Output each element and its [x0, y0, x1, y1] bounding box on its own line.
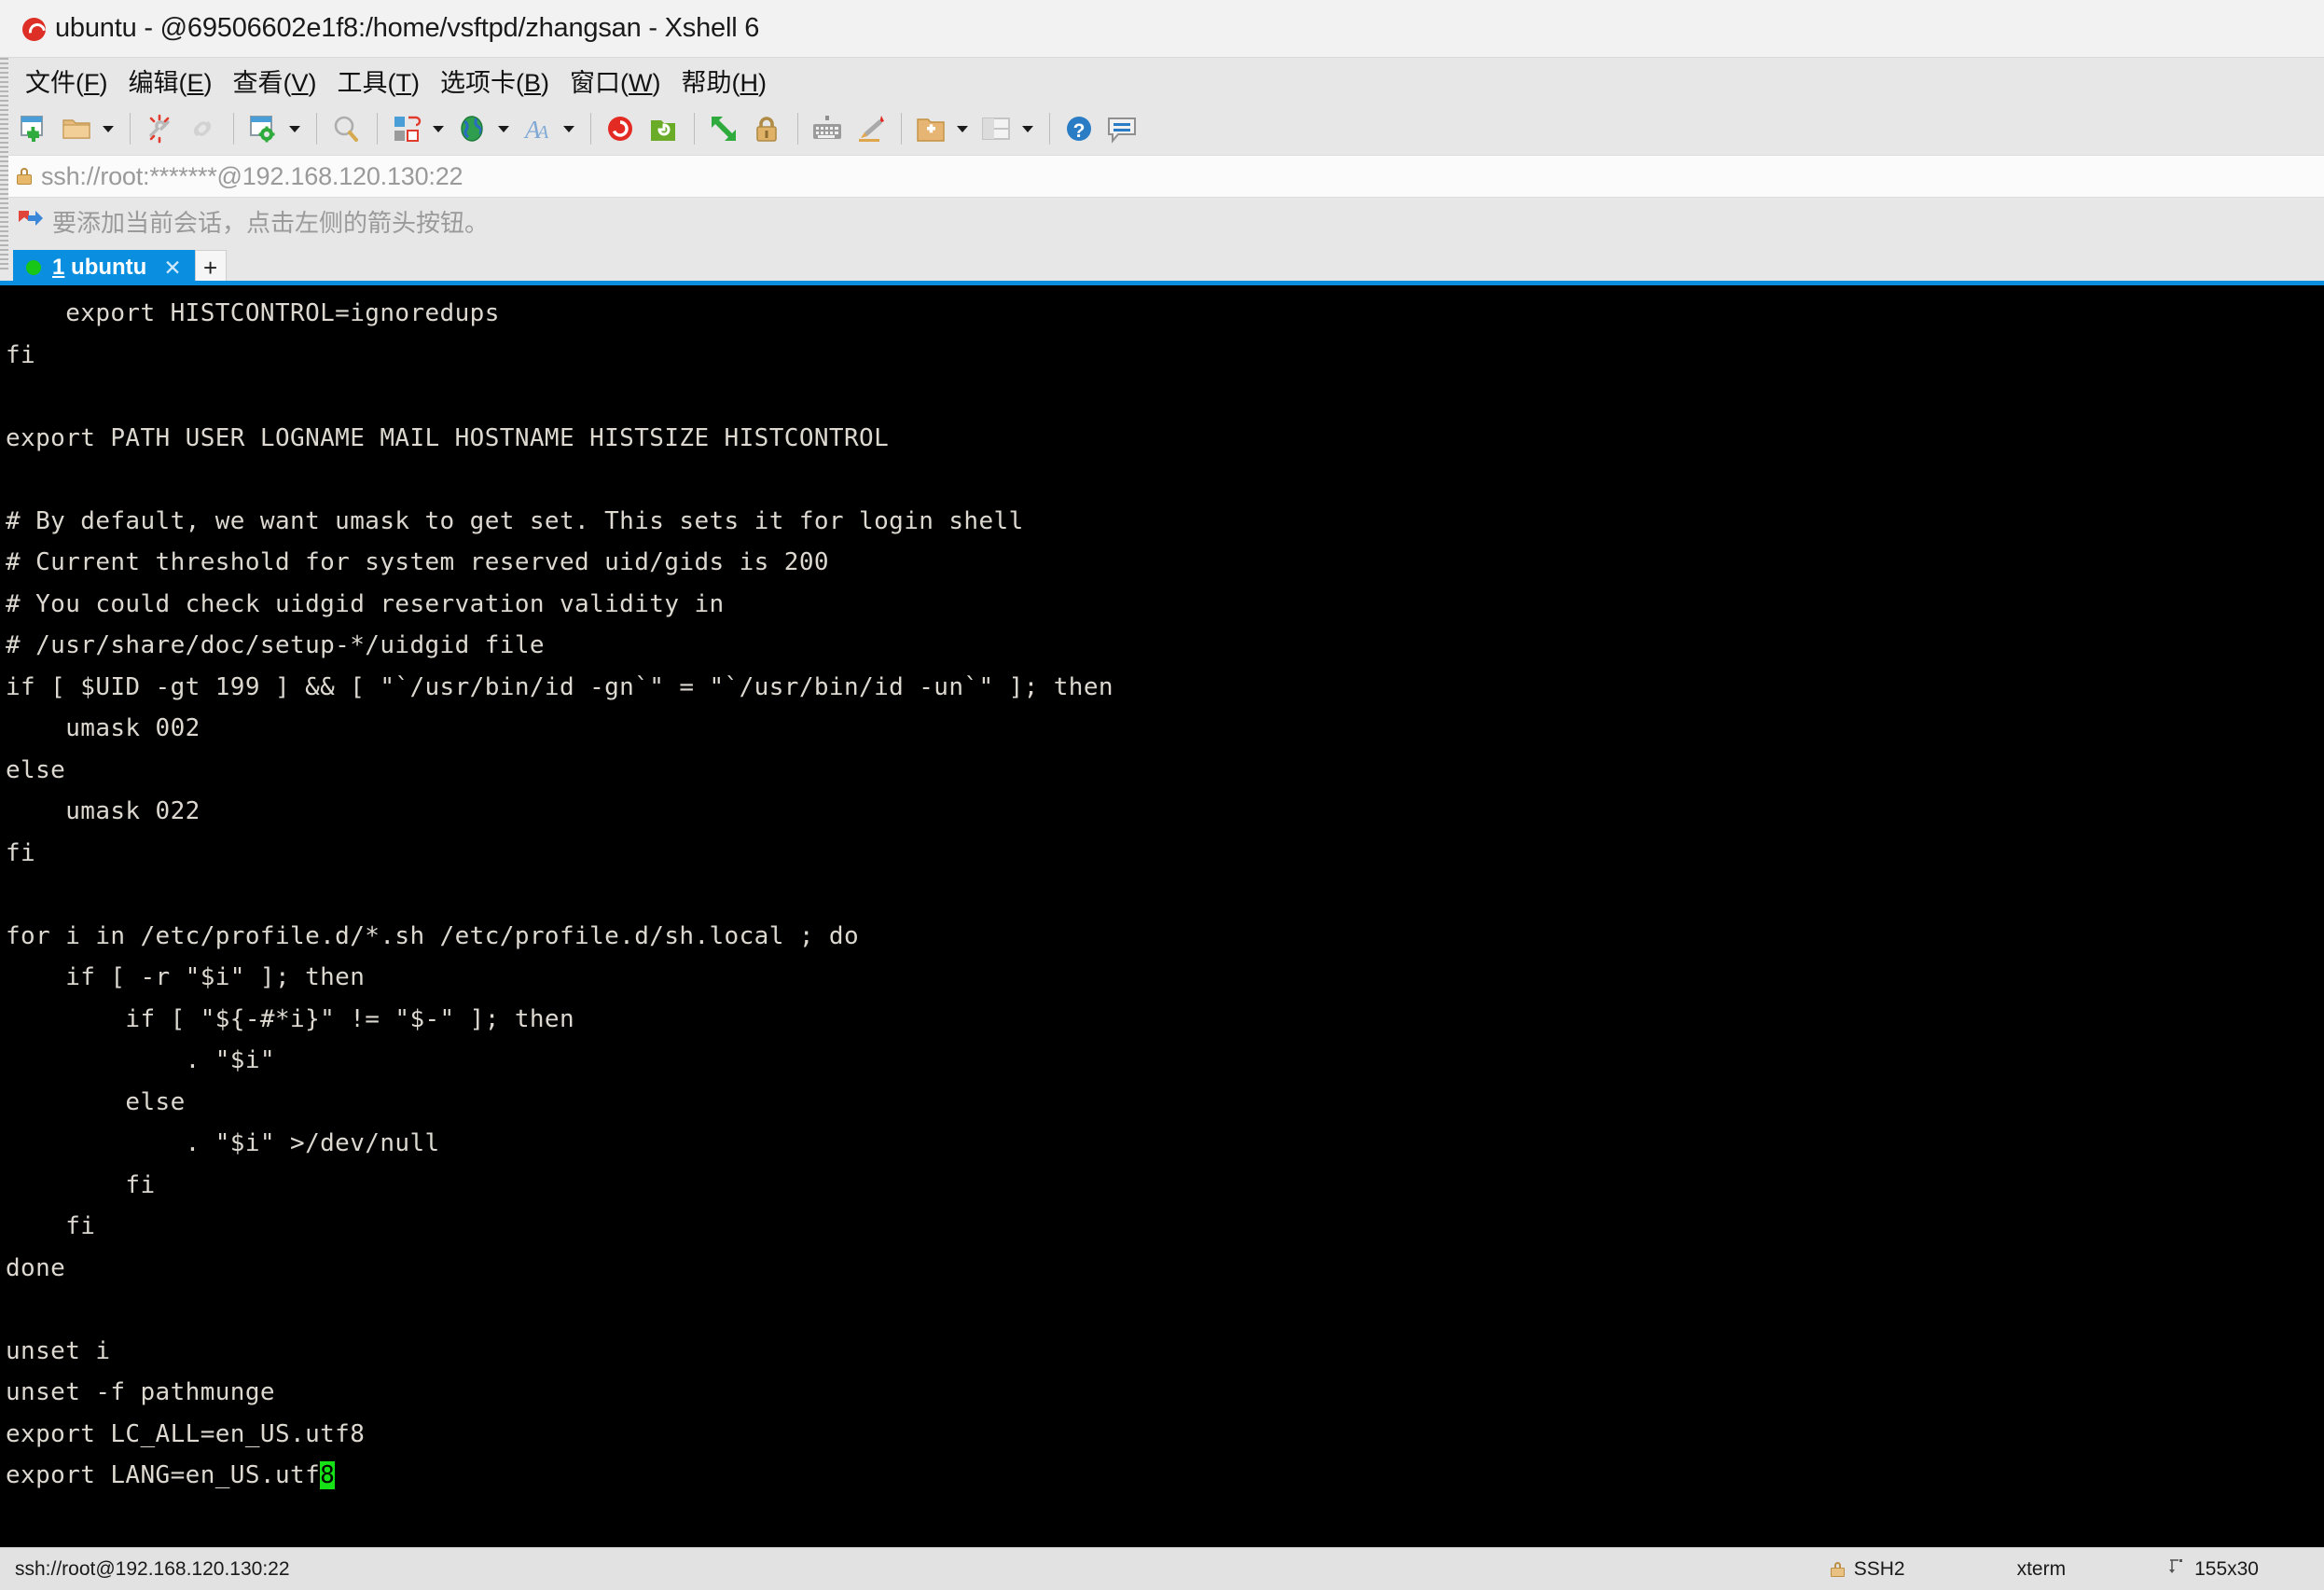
menu-bar: 文件(F) 编辑(E) 查看(V) 工具(T) 选项卡(B) 窗口(W) 帮助(…	[0, 58, 2324, 103]
close-icon[interactable]: ✕	[163, 256, 181, 279]
toolbar-separator	[316, 113, 317, 145]
tab-name: ubuntu	[71, 255, 147, 280]
menu-window[interactable]: 窗口(W)	[560, 61, 671, 101]
reconnect-icon[interactable]	[182, 108, 223, 149]
toolbar-separator	[797, 113, 798, 145]
help-icon[interactable]: ?	[1058, 108, 1100, 149]
terminal-output[interactable]: export HISTCONTROL=ignoredups fi export …	[0, 285, 2324, 1497]
lock-icon	[1830, 1561, 1845, 1577]
notice-bar: 要添加当前会话，点击左侧的箭头按钮。	[0, 198, 2324, 244]
tab-bar: 1 ubuntu ✕ +	[0, 244, 2324, 285]
toolbar-separator	[233, 113, 234, 145]
new-session-icon[interactable]	[13, 108, 54, 149]
status-protocol: SSH2	[1853, 1557, 1905, 1580]
toolbar: A A ?	[0, 103, 2324, 155]
add-to-folder-icon[interactable]	[910, 108, 951, 149]
disconnect-icon[interactable]	[139, 108, 180, 149]
lock-icon[interactable]	[746, 108, 787, 149]
menu-file[interactable]: 文件(F)	[15, 61, 118, 101]
keyboard-icon[interactable]	[807, 108, 848, 149]
lock-icon	[17, 168, 32, 185]
xftp-icon[interactable]	[643, 108, 684, 149]
menu-view[interactable]: 查看(V)	[223, 61, 327, 101]
globe-icon[interactable]	[451, 108, 492, 149]
arrow-flag-icon	[17, 209, 43, 233]
layout-chevron-down-icon[interactable]	[1018, 108, 1037, 149]
font-icon[interactable]: A A	[517, 108, 558, 149]
font-chevron-down-icon[interactable]	[560, 108, 578, 149]
session-properties-icon[interactable]	[242, 108, 284, 149]
title-bar: ubuntu - @69506602e1f8:/home/vsftpd/zhan…	[0, 0, 2324, 58]
status-right-group: SSH2 xterm 155x30	[1830, 1557, 2324, 1581]
window-title: ubuntu - @69506602e1f8:/home/vsftpd/zhan…	[55, 13, 760, 43]
xshell-window: ubuntu - @69506602e1f8:/home/vsftpd/zhan…	[0, 0, 2324, 1590]
tab-label: 1 ubuntu	[52, 255, 146, 281]
xshell-spiral-icon	[21, 15, 48, 43]
status-dimensions-cell: 155x30	[2168, 1558, 2259, 1581]
toolbar-separator	[590, 113, 591, 145]
toolbar-separator	[694, 113, 695, 145]
status-terminal-type-cell: xterm	[2017, 1558, 2067, 1581]
feedback-icon[interactable]	[1101, 108, 1142, 149]
xshell-icon[interactable]	[600, 108, 641, 149]
notice-text: 要添加当前会话，点击左侧的箭头按钮。	[52, 208, 490, 237]
menu-help[interactable]: 帮助(H)	[671, 61, 778, 101]
open-folder-chevron-down-icon[interactable]	[99, 108, 118, 149]
session-properties-chevron-down-icon[interactable]	[285, 108, 304, 149]
toolbar-drag-handle[interactable]	[0, 58, 8, 270]
globe-chevron-down-icon[interactable]	[494, 108, 513, 149]
toolbar-separator	[1049, 113, 1050, 145]
fullscreen-icon[interactable]	[703, 108, 744, 149]
tab-index: 1	[52, 255, 65, 280]
file-transfer-chevron-down-icon[interactable]	[429, 108, 448, 149]
add-to-folder-chevron-down-icon[interactable]	[953, 108, 972, 149]
file-transfer-icon[interactable]	[386, 108, 427, 149]
svg-text:?: ?	[1073, 120, 1086, 142]
layout-icon[interactable]	[975, 108, 1017, 149]
status-connection: ssh://root@192.168.120.130:22	[15, 1557, 290, 1580]
menu-tabs[interactable]: 选项卡(B)	[430, 61, 560, 101]
terminal-cursor: 8	[320, 1461, 336, 1489]
status-protocol-cell: SSH2	[1830, 1557, 1905, 1581]
toolbar-separator	[901, 113, 902, 145]
search-icon[interactable]	[325, 108, 367, 149]
open-folder-icon[interactable]	[56, 108, 97, 149]
toolbar-separator	[377, 113, 378, 145]
status-terminal-type: xterm	[2016, 1557, 2067, 1580]
resize-icon	[2168, 1558, 2185, 1581]
menu-tools[interactable]: 工具(T)	[327, 61, 431, 101]
address-input[interactable]: ssh://root:*******@192.168.120.130:22	[41, 162, 463, 191]
tab-status-indicator	[26, 260, 41, 275]
status-bar: ssh://root@192.168.120.130:22 SSH2 xterm	[0, 1547, 2324, 1590]
address-bar[interactable]: ssh://root:*******@192.168.120.130:22	[0, 155, 2324, 198]
toolbar-separator	[130, 113, 131, 145]
svg-text:A: A	[535, 122, 549, 143]
highlighter-icon[interactable]	[850, 108, 891, 149]
terminal-panel[interactable]: export HISTCONTROL=ignoredups fi export …	[0, 285, 2324, 1547]
status-dimensions: 155x30	[2194, 1557, 2259, 1580]
menu-edit[interactable]: 编辑(E)	[118, 61, 223, 101]
